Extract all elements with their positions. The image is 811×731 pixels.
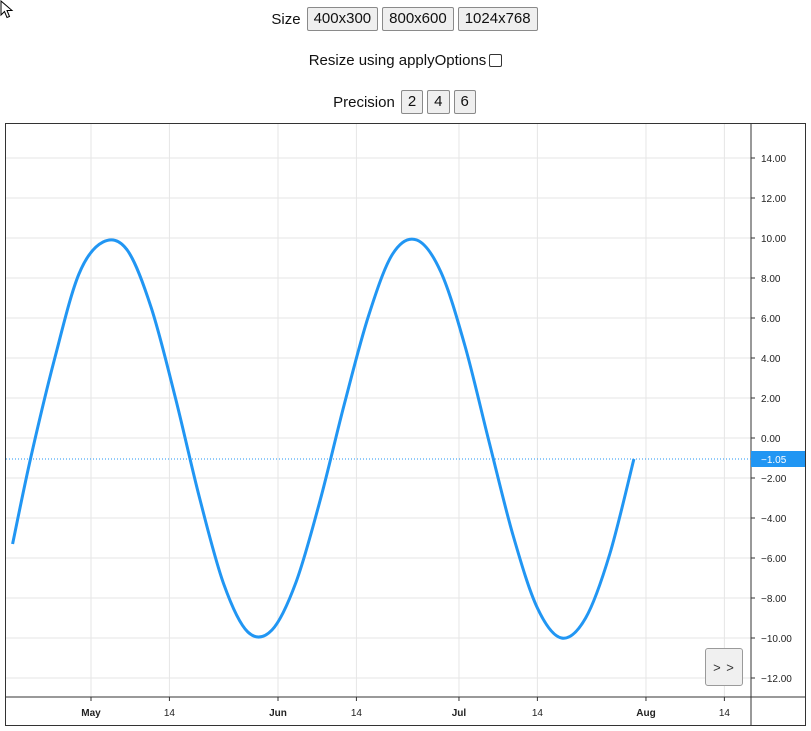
y-tick-label: 0.00 (761, 434, 781, 445)
x-tick-label: Aug (636, 708, 655, 719)
y-tick-label: 4.00 (761, 354, 781, 365)
resize-label: Resize using applyOptions (308, 51, 487, 69)
last-value-label: −1.05 (761, 455, 787, 466)
y-tick-label: −6.00 (761, 554, 787, 565)
y-tick-label: 12.00 (761, 194, 786, 205)
y-tick-label: −8.00 (761, 594, 787, 605)
precision-controls: Precision 2 4 6 (0, 90, 811, 114)
x-tick-label: 14 (532, 708, 544, 719)
size-1024x768-button[interactable]: 1024x768 (457, 7, 538, 31)
y-tick-label: 14.00 (761, 154, 786, 165)
size-800x600-button[interactable]: 800x600 (382, 7, 454, 31)
x-tick-label: 14 (351, 708, 363, 719)
precision-4-button[interactable]: 4 (427, 90, 450, 114)
x-tick-label: Jul (452, 708, 467, 719)
y-tick-label: 10.00 (761, 234, 786, 245)
x-tick-label: 14 (719, 708, 731, 719)
y-tick-label: −4.00 (761, 514, 787, 525)
y-tick-label: −12.00 (761, 674, 792, 685)
size-controls: Size 400x300 800x600 1024x768 (0, 7, 811, 31)
x-tick-label: 14 (164, 708, 176, 719)
precision-label: Precision (333, 93, 395, 111)
size-400x300-button[interactable]: 400x300 (306, 7, 379, 31)
y-tick-label: −10.00 (761, 634, 792, 645)
y-tick-label: −2.00 (761, 474, 787, 485)
precision-6-button[interactable]: 6 (453, 90, 476, 114)
y-tick-label: 2.00 (761, 394, 781, 405)
y-tick-label: 6.00 (761, 314, 781, 325)
resize-checkbox[interactable] (489, 53, 503, 67)
x-tick-label: May (81, 708, 101, 719)
scroll-to-realtime-button[interactable]: > > (705, 648, 743, 686)
x-tick-label: Jun (269, 708, 287, 719)
chart-container[interactable]: 14.00 12.00 10.00 8.00 6.00 4.00 2.00 0.00 −2.00… (5, 123, 806, 726)
precision-2-button[interactable]: 2 (400, 90, 424, 114)
y-tick-label: 8.00 (761, 274, 781, 285)
series-line (11, 237, 636, 640)
line-chart[interactable]: 14.00 12.00 10.00 8.00 6.00 4.00 2.00 0.00 −2.00… (6, 124, 805, 725)
size-label: Size (271, 10, 301, 28)
resize-controls: Resize using applyOptions (0, 48, 811, 72)
